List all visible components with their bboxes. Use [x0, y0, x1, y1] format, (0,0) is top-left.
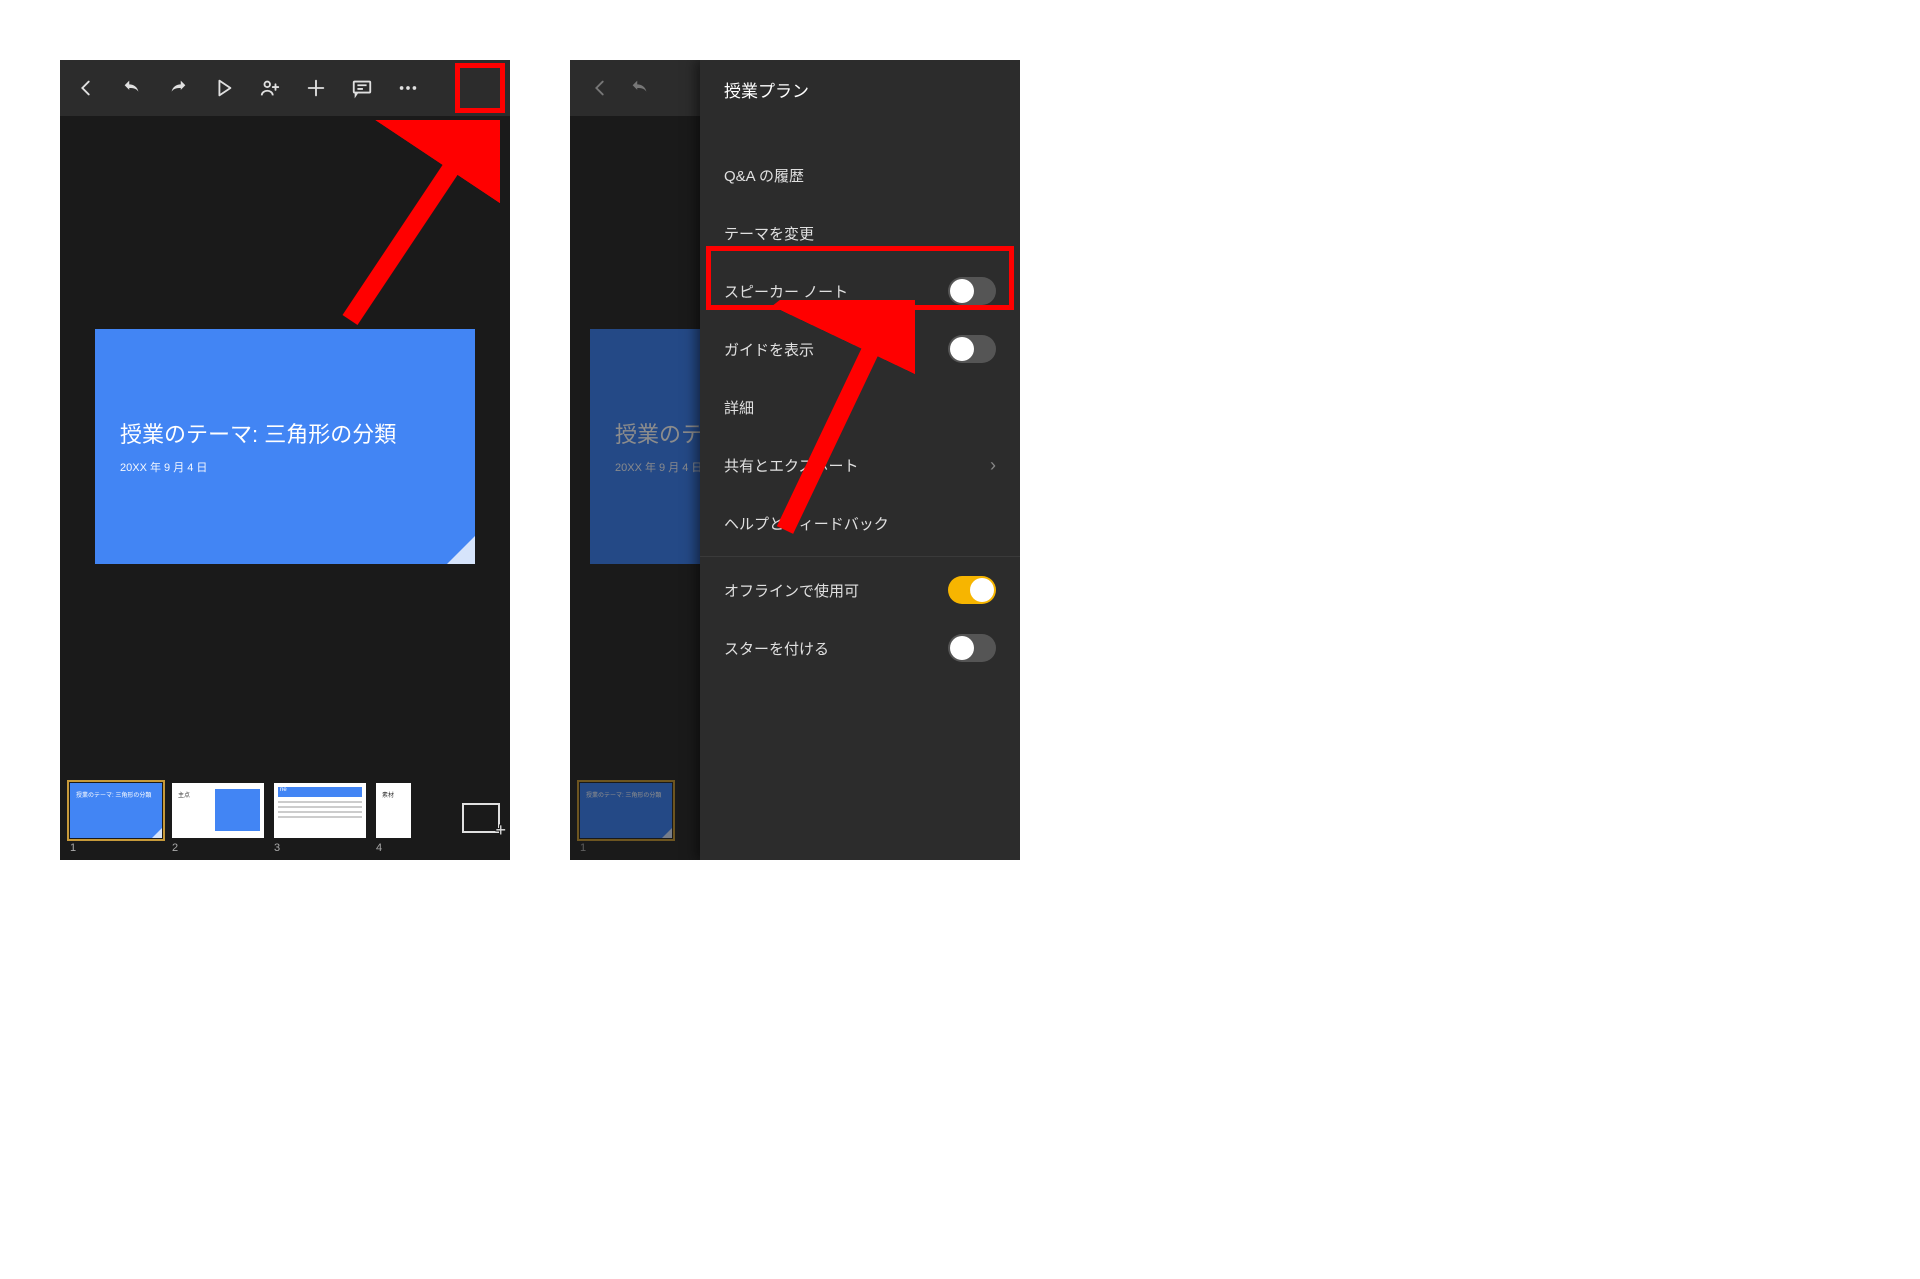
- right-phone: 授業のテ 20XX 年 9 月 4 日 授業のテーマ: 三角形の分類 1 授業プ…: [570, 60, 1020, 860]
- annotation-red-box-change-theme: [706, 246, 1014, 310]
- thumb-number: 3: [274, 842, 366, 854]
- thumb-bluebox: [215, 789, 260, 831]
- menu-divider: [700, 556, 1020, 557]
- show-guide-toggle[interactable]: [948, 335, 996, 363]
- slide-canvas[interactable]: 授業のテーマ: 三角形の分類 20XX 年 9 月 4 日: [60, 116, 510, 776]
- toolbar: [60, 60, 510, 116]
- new-slide-button[interactable]: [462, 803, 500, 833]
- menu-item-details[interactable]: 詳細: [700, 378, 1020, 436]
- menu-item-label: テーマを変更: [724, 223, 814, 244]
- thumb-number: 1: [580, 842, 672, 854]
- menu-item-label: 共有とエクスポート: [724, 455, 859, 476]
- plus-icon[interactable]: [296, 68, 336, 108]
- menu-item-label: ヘルプとフィードバック: [724, 513, 889, 534]
- thumb-text: 素材: [382, 790, 411, 799]
- thumb-text: 授業のテーマ: 三角形の分類: [586, 790, 666, 799]
- offline-toggle[interactable]: [948, 576, 996, 604]
- menu-item-label: 詳細: [724, 397, 754, 418]
- menu-item-label: ガイドを表示: [724, 339, 814, 360]
- menu-title: 授業プラン: [700, 62, 1020, 116]
- menu-item-share-export[interactable]: 共有とエクスポート ›: [700, 436, 1020, 494]
- current-slide[interactable]: 授業のテーマ: 三角形の分類 20XX 年 9 月 4 日: [95, 329, 475, 564]
- thumbnail-2[interactable]: 主点 2: [172, 783, 264, 854]
- slide-title: 授業のテーマ: 三角形の分類: [120, 417, 450, 449]
- thumb-number: 4: [376, 842, 411, 854]
- thumbnail-1[interactable]: 授業のテーマ: 三角形の分類 1: [70, 783, 162, 854]
- thumb-text: ne: [280, 787, 360, 793]
- overflow-menu-panel: 授業プラン Q&A の履歴 テーマを変更 スピーカー ノート ガイドを表示 詳細…: [700, 60, 1020, 860]
- menu-item-label: スターを付ける: [724, 638, 829, 659]
- back-icon: [580, 68, 620, 108]
- thumb-number: 2: [172, 842, 264, 854]
- slide-corner-fold: [662, 828, 672, 838]
- undo-icon: [620, 68, 660, 108]
- back-icon[interactable]: [66, 68, 106, 108]
- left-phone: 授業のテーマ: 三角形の分類 20XX 年 9 月 4 日 授業のテーマ: 三角…: [60, 60, 510, 860]
- menu-item-star[interactable]: スターを付ける: [700, 619, 1020, 677]
- thumbnail-3[interactable]: ne 3: [274, 783, 366, 854]
- thumbnail-1: 授業のテーマ: 三角形の分類 1: [580, 783, 672, 854]
- menu-item-label: オフラインで使用可: [724, 580, 859, 601]
- thumb-lines: [278, 801, 362, 821]
- thumbnail-4[interactable]: 素材 4: [376, 783, 411, 854]
- menu-item-help-feedback[interactable]: ヘルプとフィードバック: [700, 494, 1020, 552]
- menu-item-offline[interactable]: オフラインで使用可: [700, 561, 1020, 619]
- annotation-red-box-more: [455, 63, 505, 113]
- play-icon[interactable]: [204, 68, 244, 108]
- thumb-number: 1: [70, 842, 162, 854]
- menu-item-qa-history[interactable]: Q&A の履歴: [700, 146, 1020, 204]
- slide-corner-fold: [152, 828, 162, 838]
- star-toggle[interactable]: [948, 634, 996, 662]
- undo-icon[interactable]: [112, 68, 152, 108]
- more-icon[interactable]: [388, 68, 428, 108]
- comment-icon[interactable]: [342, 68, 382, 108]
- menu-item-label: Q&A の履歴: [724, 165, 804, 186]
- thumb-text: 授業のテーマ: 三角形の分類: [76, 790, 156, 799]
- share-user-icon[interactable]: [250, 68, 290, 108]
- slide-date: 20XX 年 9 月 4 日: [120, 459, 450, 475]
- chevron-right-icon: ›: [990, 455, 996, 476]
- slide-corner-fold: [447, 536, 475, 564]
- thumbnail-strip[interactable]: 授業のテーマ: 三角形の分類 1 主点 2 ne 3 素材 4: [60, 776, 510, 860]
- redo-icon[interactable]: [158, 68, 198, 108]
- menu-item-show-guide[interactable]: ガイドを表示: [700, 320, 1020, 378]
